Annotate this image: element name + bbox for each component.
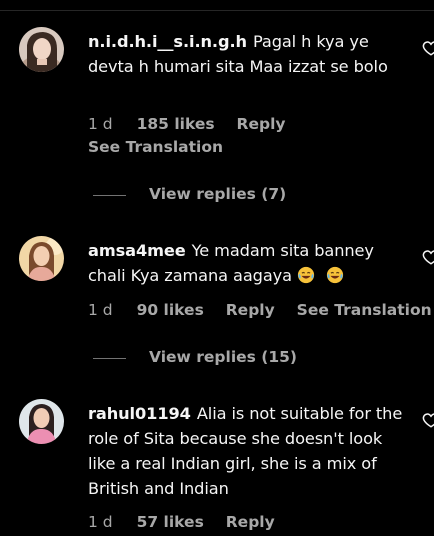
comment-likes[interactable]: 185 likes xyxy=(137,115,215,133)
avatar[interactable] xyxy=(19,236,64,281)
heart-outline-icon[interactable] xyxy=(422,39,434,57)
comment-text: rahul01194 Alia is not suitable for the r… xyxy=(88,401,410,501)
comment-meta: 1 d 185 likes Reply xyxy=(88,115,286,133)
avatar[interactable] xyxy=(19,399,64,444)
comment-meta: 1 d 57 likes Reply xyxy=(88,513,275,531)
see-translation-button[interactable]: See Translation xyxy=(88,138,223,156)
avatar[interactable] xyxy=(19,27,64,72)
heart-outline-icon[interactable] xyxy=(422,411,434,429)
reply-button[interactable]: Reply xyxy=(226,513,275,531)
replies-divider xyxy=(93,195,126,196)
comment-meta: 1 d 90 likes Reply See Translation xyxy=(88,301,432,319)
comment-likes[interactable]: 90 likes xyxy=(137,301,204,319)
reply-button[interactable]: Reply xyxy=(226,301,275,319)
see-translation-button[interactable]: See Translation xyxy=(297,301,432,319)
heart-outline-icon[interactable] xyxy=(422,248,434,266)
face-with-tears-of-joy-icon xyxy=(297,266,315,284)
comment-username[interactable]: amsa4mee xyxy=(88,241,186,260)
replies-divider xyxy=(93,358,126,359)
view-replies-label: View replies (15) xyxy=(149,348,298,366)
comment-username[interactable]: rahul01194 xyxy=(88,404,191,423)
comment-username[interactable]: n.i.d.h.i__s.i.n.g.h xyxy=(88,32,247,51)
comment-likes[interactable]: 57 likes xyxy=(137,513,204,531)
comment-text: amsa4mee Ye madam sita banney chali Kya z… xyxy=(88,238,410,288)
comment-time: 1 d xyxy=(88,513,113,531)
top-divider xyxy=(0,10,434,11)
face-with-tears-of-joy-icon xyxy=(326,266,344,284)
reply-button[interactable]: Reply xyxy=(237,115,286,133)
comment-text: n.i.d.h.i__s.i.n.g.h Pagal h kya ye devta… xyxy=(88,29,410,79)
comment-time: 1 d xyxy=(88,115,113,133)
comment-time: 1 d xyxy=(88,301,113,319)
view-replies-label: View replies (7) xyxy=(149,185,287,203)
